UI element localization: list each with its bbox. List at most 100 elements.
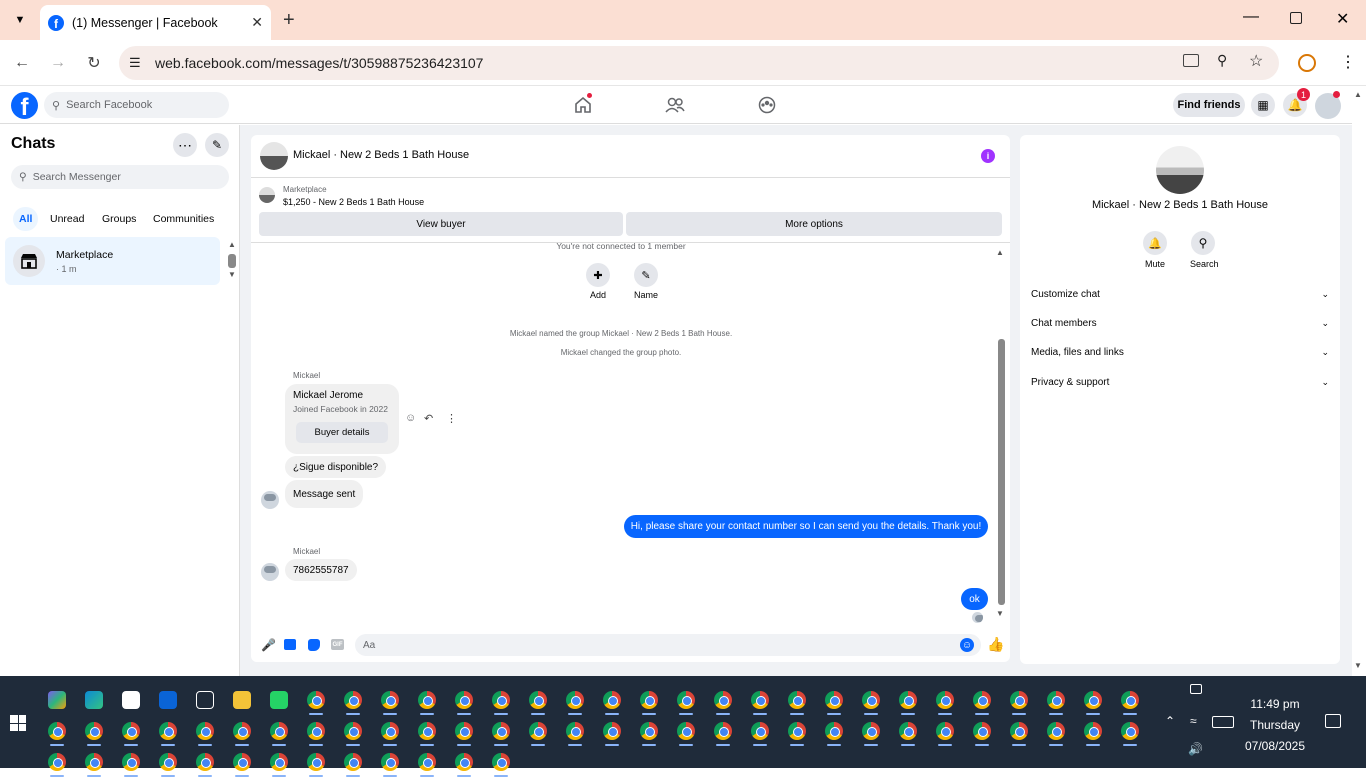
site-settings-icon[interactable]: ☰	[129, 55, 141, 71]
camera-tray-icon[interactable]	[1190, 684, 1202, 694]
chrome-window-icon[interactable]	[381, 722, 399, 740]
chrome-window-icon[interactable]	[788, 722, 806, 740]
chrome-window-icon[interactable]	[751, 691, 769, 709]
chat-options-icon[interactable]: ⋯	[173, 133, 197, 157]
notifications-bell-icon[interactable]: 🔔 1	[1283, 88, 1310, 117]
facebook-logo-icon[interactable]: f	[11, 92, 38, 119]
bookmark-star-icon[interactable]: ☆	[1249, 51, 1263, 71]
chrome-window-icon[interactable]	[788, 691, 806, 709]
system-clock[interactable]: 11:49 pm Thursday 07/08/2025	[1230, 694, 1320, 757]
conversation-title[interactable]: Mickael · New 2 Beds 1 Bath House	[293, 149, 469, 161]
chrome-window-icon[interactable]	[418, 753, 436, 771]
message-bubble-incoming[interactable]: Message sent	[285, 480, 364, 508]
chrome-window-icon[interactable]	[270, 722, 288, 740]
chrome-window-icon[interactable]	[677, 722, 695, 740]
chrome-window-icon[interactable]	[344, 691, 362, 709]
friends-icon[interactable]	[665, 95, 685, 115]
outlook-icon[interactable]	[159, 691, 177, 709]
react-icon[interactable]: ☺	[405, 412, 416, 424]
wifi-icon[interactable]: ≈	[1190, 714, 1197, 728]
windows-start-icon[interactable]	[10, 715, 26, 731]
media-files-links-section[interactable]: Media, files and links ⌄	[1031, 347, 1329, 358]
chrome-window-icon[interactable]	[492, 753, 510, 771]
chrome-window-icon[interactable]	[85, 753, 103, 771]
microsoft-store-icon[interactable]	[122, 691, 140, 709]
chrome-window-icon[interactable]	[603, 722, 621, 740]
sender-avatar[interactable]	[261, 563, 279, 581]
edge-browser-icon[interactable]	[85, 691, 103, 709]
chrome-window-icon[interactable]	[603, 691, 621, 709]
add-member-button[interactable]: ✚	[586, 263, 610, 287]
reload-icon[interactable]: ↻	[82, 51, 106, 75]
group-photo-large[interactable]	[1156, 146, 1204, 194]
chrome-window-icon[interactable]	[1121, 722, 1139, 740]
voice-clip-icon[interactable]: 🎤	[261, 638, 276, 652]
chrome-window-icon[interactable]	[862, 691, 880, 709]
privacy-support-section[interactable]: Privacy & support ⌄	[1031, 377, 1329, 388]
chrome-window-icon[interactable]	[825, 722, 843, 740]
sidebar-scroll-down-icon[interactable]: ▼	[228, 270, 236, 279]
chrome-window-icon[interactable]	[455, 722, 473, 740]
view-buyer-button[interactable]: View buyer	[259, 212, 623, 236]
show-hidden-icons[interactable]: ⌃	[1165, 714, 1175, 728]
page-scroll-down-icon[interactable]: ▼	[1354, 661, 1362, 670]
filter-all[interactable]: All	[13, 207, 39, 231]
chrome-window-icon[interactable]	[825, 691, 843, 709]
close-tab-icon[interactable]: ✕	[251, 14, 263, 31]
sticker-icon[interactable]	[308, 639, 320, 651]
chrome-window-icon[interactable]	[48, 722, 66, 740]
browser-tab-messenger[interactable]: f (1) Messenger | Facebook ✕	[40, 5, 271, 40]
chat-scroll-down-icon[interactable]: ▼	[996, 609, 1004, 618]
chrome-window-icon[interactable]	[529, 722, 547, 740]
chrome-window-icon[interactable]	[640, 722, 658, 740]
chrome-window-icon[interactable]	[159, 753, 177, 771]
chat-members-section[interactable]: Chat members ⌄	[1031, 318, 1329, 329]
more-options-button[interactable]: More options	[626, 212, 1002, 236]
chat-scroll-up-icon[interactable]: ▲	[996, 248, 1004, 257]
messenger-search-input[interactable]: ⚲ Search Messenger	[11, 165, 229, 189]
chrome-window-icon[interactable]	[307, 722, 325, 740]
chrome-window-icon[interactable]	[1010, 722, 1028, 740]
profile-icon[interactable]	[1298, 54, 1316, 72]
chrome-window-icon[interactable]	[122, 753, 140, 771]
chrome-window-icon[interactable]	[344, 722, 362, 740]
chrome-window-icon[interactable]	[270, 753, 288, 771]
volume-icon[interactable]: 🔊	[1188, 742, 1203, 756]
message-bubble-outgoing[interactable]: Hi, please share your contact number so …	[624, 515, 988, 538]
chrome-window-icon[interactable]	[455, 691, 473, 709]
message-bubble-outgoing[interactable]: ok	[961, 588, 988, 610]
account-avatar[interactable]	[1315, 91, 1341, 119]
whatsapp-icon[interactable]	[270, 691, 288, 709]
menu-grid-icon[interactable]: ▦	[1251, 93, 1275, 117]
message-bubble-incoming[interactable]: ¿Sigue disponible?	[285, 456, 387, 478]
chrome-window-icon[interactable]	[1047, 722, 1065, 740]
chrome-window-icon[interactable]	[344, 753, 362, 771]
search-conversation-icon[interactable]: ⚲	[1191, 231, 1215, 255]
chrome-window-icon[interactable]	[899, 722, 917, 740]
chrome-window-icon[interactable]	[307, 753, 325, 771]
chrome-window-icon[interactable]	[492, 691, 510, 709]
chrome-window-icon[interactable]	[862, 722, 880, 740]
chrome-window-icon[interactable]	[751, 722, 769, 740]
new-tab-icon[interactable]: +	[283, 9, 295, 32]
chat-scrollbar-thumb[interactable]	[998, 339, 1005, 605]
rename-button[interactable]: ✎	[634, 263, 658, 287]
address-bar[interactable]: ☰ web.facebook.com/messages/t/3059887523…	[119, 46, 1279, 80]
attach-photo-icon[interactable]	[284, 639, 296, 650]
buyer-details-button[interactable]: Buyer details	[296, 422, 388, 443]
home-icon[interactable]	[573, 93, 593, 115]
back-icon[interactable]: ←	[10, 51, 34, 75]
install-app-icon[interactable]	[1183, 54, 1199, 67]
chrome-window-icon[interactable]	[1084, 691, 1102, 709]
chat-list-item-marketplace[interactable]: Marketplace · 1 m	[5, 237, 220, 285]
gif-icon[interactable]: GIF	[331, 639, 344, 650]
chrome-window-icon[interactable]	[122, 722, 140, 740]
sidebar-scrollbar-thumb[interactable]	[228, 254, 236, 268]
emoji-icon[interactable]: ☺	[960, 638, 974, 652]
chrome-window-icon[interactable]	[1047, 691, 1065, 709]
chrome-window-icon[interactable]	[936, 691, 954, 709]
new-message-icon[interactable]: ✎	[205, 133, 229, 157]
message-more-icon[interactable]: ⋮	[446, 412, 457, 425]
chrome-window-icon[interactable]	[196, 722, 214, 740]
groups-icon[interactable]	[757, 95, 777, 115]
